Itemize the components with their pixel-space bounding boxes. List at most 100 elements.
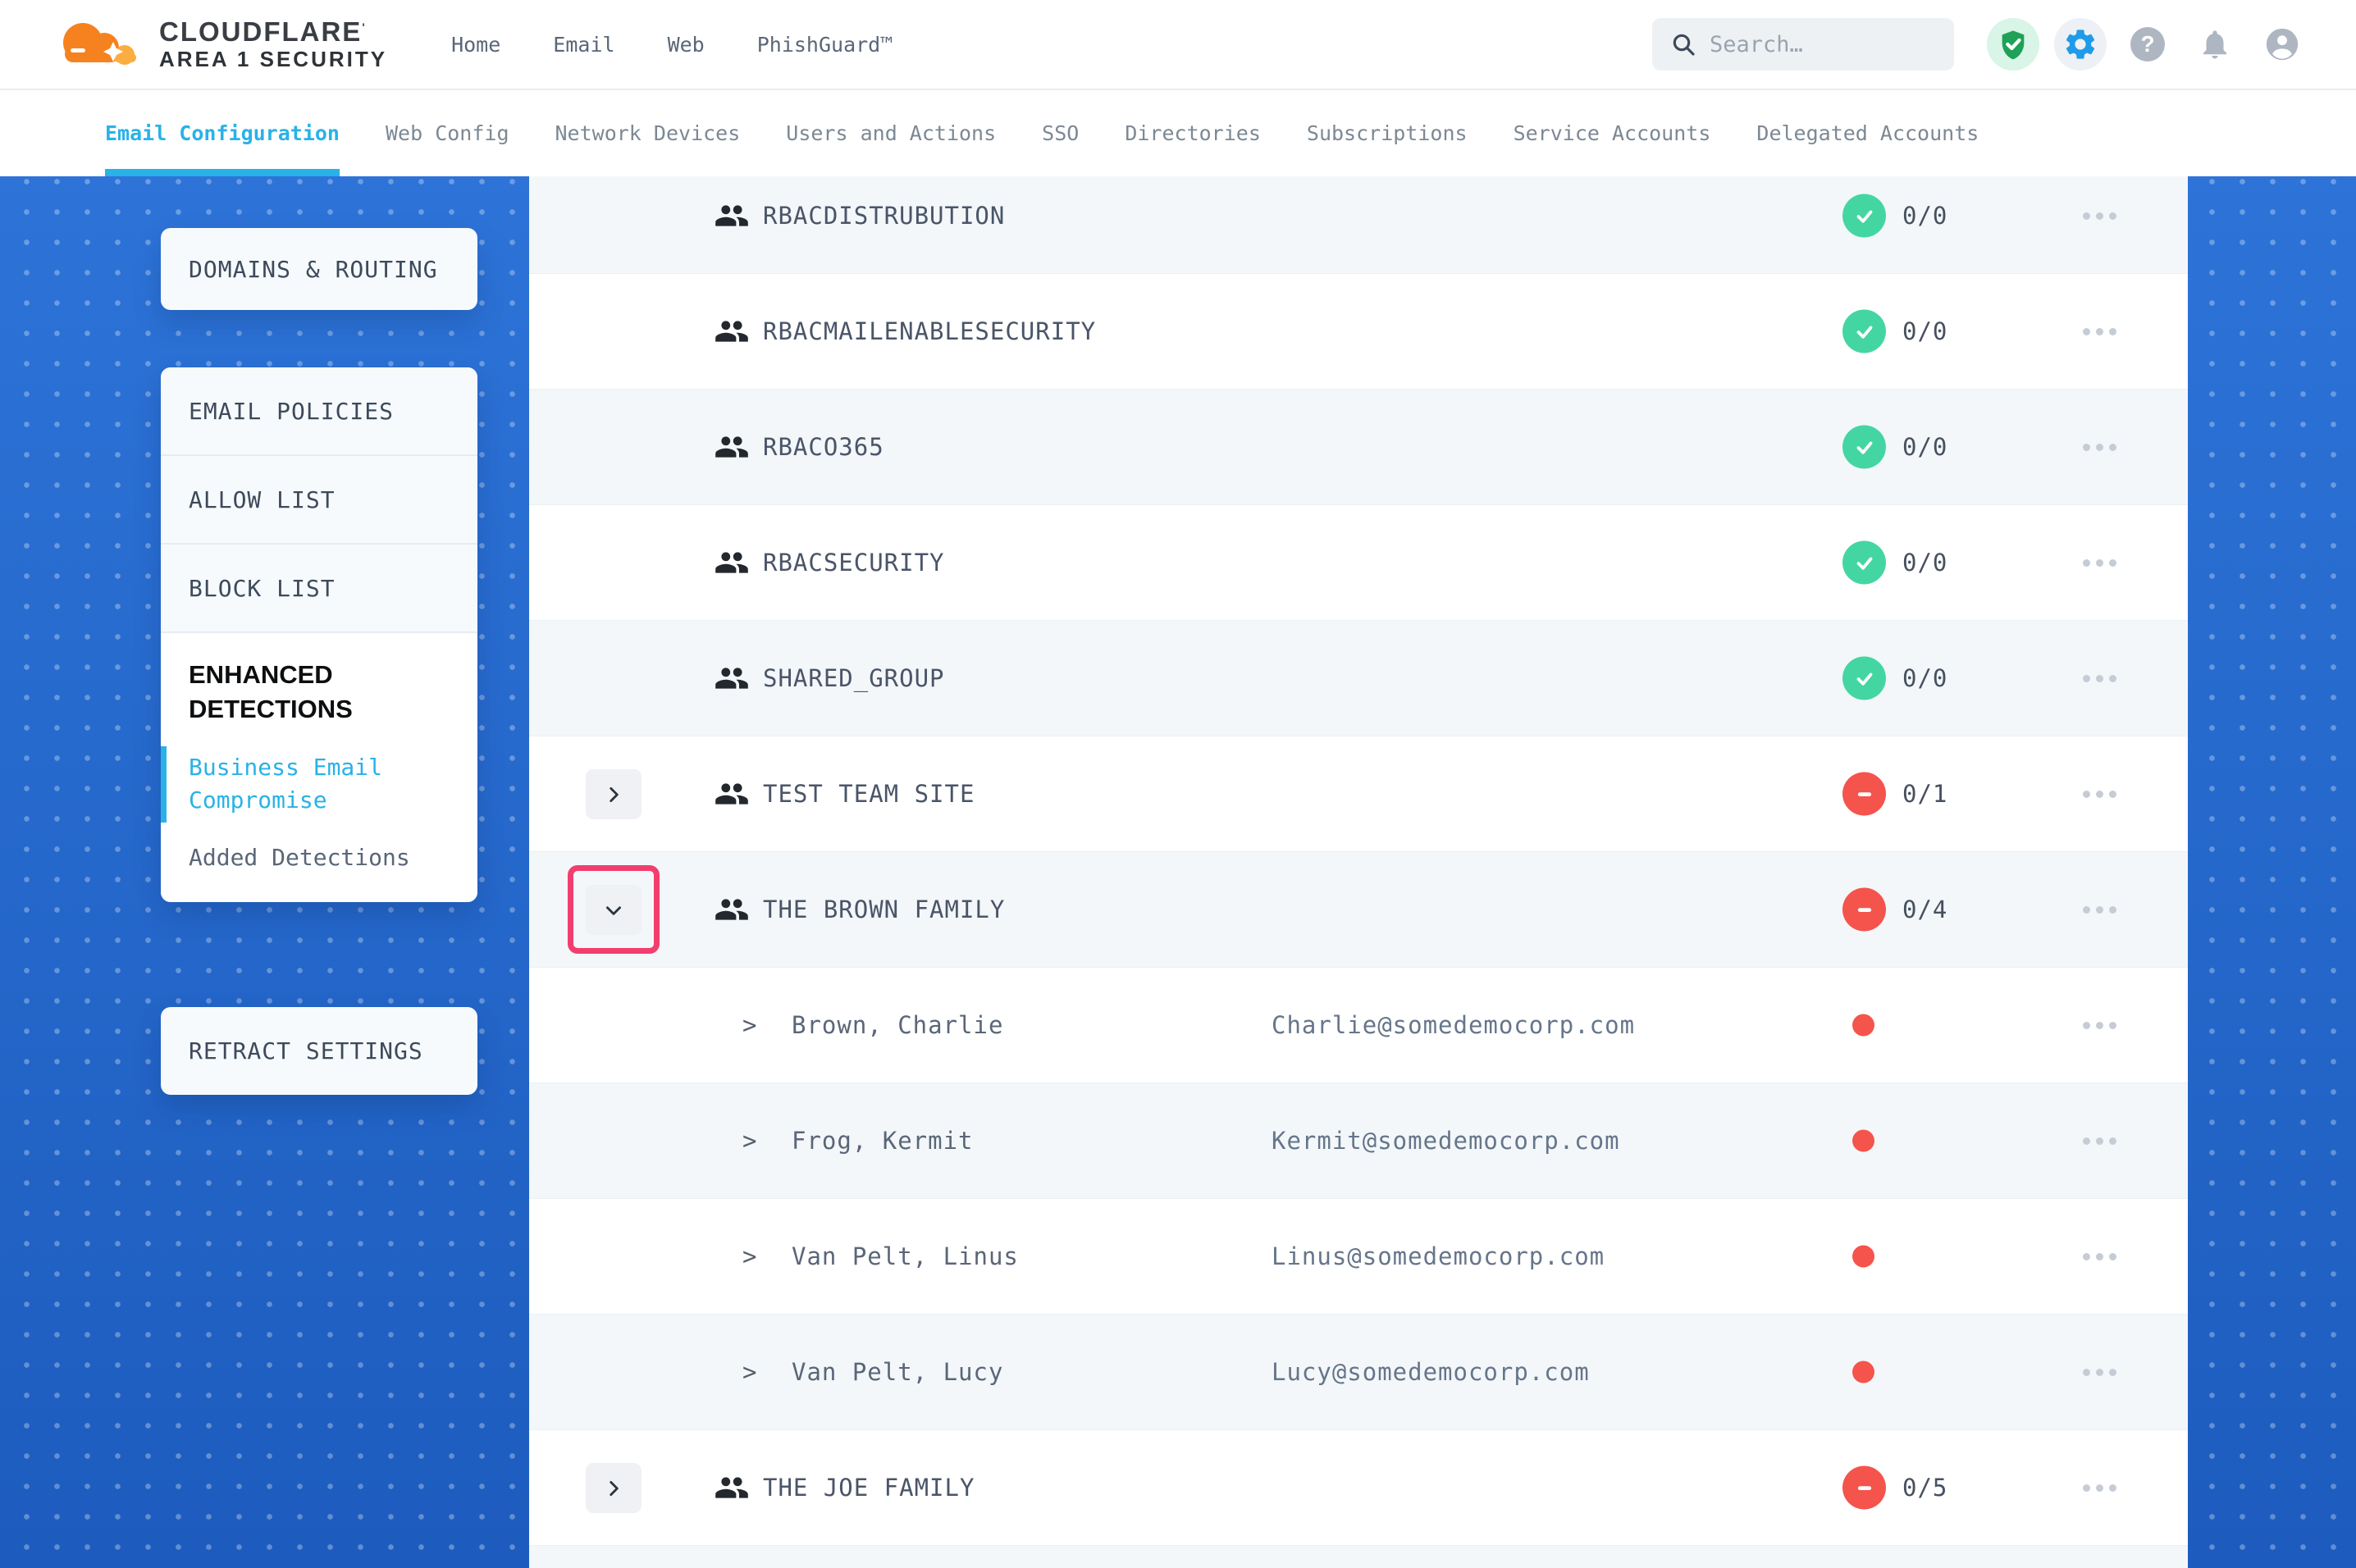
row-menu-button[interactable] [2070, 774, 2129, 814]
shield-check-icon[interactable] [1987, 18, 2039, 71]
ellipsis-dot [2096, 675, 2103, 682]
expand-group-button[interactable] [586, 1463, 642, 1513]
top-header: CLOUDFLARE' AREA 1 SECURITY HomeEmailWeb… [0, 0, 2356, 90]
ellipsis-dot [2083, 1484, 2090, 1492]
group-icon [714, 432, 750, 462]
primary-nav-link-web[interactable]: Web [668, 33, 705, 57]
enrollment-count: 0/4 [1902, 896, 1947, 923]
check-icon [1852, 319, 1877, 344]
status-ok-badge [1842, 541, 1886, 585]
ellipsis-dot [2096, 1253, 2103, 1260]
row-menu-button[interactable] [2070, 1468, 2129, 1507]
primary-nav-link-phishguard-[interactable]: PhishGuard™ [757, 33, 893, 57]
tab-subscriptions[interactable]: Subscriptions [1307, 90, 1468, 176]
enhanced-detections-section: ENHANCED DETECTIONS Business Email Compr… [161, 633, 477, 902]
row-menu-button[interactable] [2070, 543, 2129, 582]
enrollment-count: 0/0 [1902, 664, 1947, 692]
ellipsis-dot [2083, 1022, 2090, 1029]
group-row[interactable]: RBACSECURITY0/0 [529, 505, 2188, 621]
member-email: Kermit@somedemocorp.com [1272, 1127, 1620, 1155]
enrollment-count: 0/0 [1902, 317, 1947, 345]
ellipsis-dot [2096, 1369, 2103, 1376]
sidebar-item-added-detections[interactable]: Added Detections [189, 844, 450, 871]
ellipsis-dot [2083, 1137, 2090, 1145]
sidebar-item-business-email-compromise[interactable]: Business Email Compromise [189, 751, 394, 818]
row-menu-button[interactable] [2070, 890, 2129, 929]
expand-group-button[interactable] [586, 769, 642, 819]
enrollment-count: 0/1 [1902, 780, 1947, 808]
ellipsis-dot [2109, 1484, 2116, 1492]
member-row[interactable]: >Van Pelt, LucyLucy@somedemocorp.com [529, 1315, 2188, 1430]
settings-sidebar: DOMAINS & ROUTING EMAIL POLICIESALLOW LI… [161, 228, 477, 1095]
primary-nav-link-email[interactable]: Email [553, 33, 614, 57]
minus-icon [1852, 782, 1877, 806]
status-dot [1852, 1246, 1874, 1268]
user-avatar-icon[interactable] [2256, 18, 2308, 71]
sidebar-item-email-policies[interactable]: EMAIL POLICIES [161, 367, 477, 456]
tab-web-config[interactable]: Web Config [386, 90, 509, 176]
group-row[interactable]: SHARED_GROUP0/0 [529, 621, 2188, 736]
group-icon [714, 1473, 750, 1502]
help-icon[interactable]: ? [2121, 18, 2174, 71]
settings-gear-icon[interactable] [2054, 18, 2107, 71]
group-row[interactable]: RBACO3650/0 [529, 390, 2188, 505]
row-menu-button[interactable] [2070, 1352, 2129, 1392]
tab-email-configuration[interactable]: Email Configuration [105, 90, 340, 176]
ellipsis-dot [2109, 1137, 2116, 1145]
chevron-right-icon: > [742, 1011, 756, 1039]
ellipsis-dot [2096, 1484, 2103, 1492]
retract-settings-card: RETRACT SETTINGS [161, 1007, 477, 1095]
group-row[interactable]: RBACMAILENABLESECURITY0/0 [529, 274, 2188, 390]
tab-delegated-accounts[interactable]: Delegated Accounts [1756, 90, 1979, 176]
row-menu-button[interactable] [2070, 1121, 2129, 1160]
status-blocked-badge [1842, 1466, 1886, 1510]
check-icon [1852, 666, 1877, 691]
row-menu-button[interactable] [2070, 1005, 2129, 1045]
group-row[interactable]: RBACDISTRUBUTION0/0 [529, 176, 2188, 274]
sidebar-item-allow-list[interactable]: ALLOW LIST [161, 456, 477, 545]
ellipsis-dot [2083, 559, 2090, 567]
member-row[interactable]: >Van Pelt, LinusLinus@somedemocorp.com [529, 1199, 2188, 1315]
group-row[interactable]: TEST TEAM SITE0/1 [529, 736, 2188, 852]
chevron-right-icon [603, 1478, 624, 1499]
member-row[interactable]: > Brown, Charlie Charlie@somedemocorp.com [529, 968, 2188, 1083]
row-menu-button[interactable] [2070, 659, 2129, 698]
collapse-group-button[interactable] [586, 885, 642, 935]
group-row[interactable]: THE JOE FAMILY0/5 [529, 1430, 2188, 1546]
ellipsis-dot [2083, 906, 2090, 914]
ellipsis-dot [2096, 1022, 2103, 1029]
status-blocked-badge [1842, 773, 1886, 816]
filler-row [529, 1546, 2188, 1568]
sidebar-item-retract-settings[interactable]: RETRACT SETTINGS [161, 1007, 477, 1095]
search-input[interactable] [1710, 32, 1936, 57]
enhanced-detections-title: ENHANCED DETECTIONS [189, 658, 386, 727]
active-indicator-bar [161, 746, 167, 823]
ellipsis-dot [2083, 444, 2090, 451]
brand-subtitle: AREA 1 SECURITY [159, 48, 387, 71]
ellipsis-dot [2096, 328, 2103, 335]
ellipsis-dot [2109, 675, 2116, 682]
check-icon [1852, 550, 1877, 575]
ellipsis-dot [2109, 1369, 2116, 1376]
group-row[interactable]: THE BROWN FAMILY 0/4 [529, 852, 2188, 968]
member-name: Brown, Charlie [792, 1011, 1003, 1039]
row-menu-button[interactable] [2070, 1237, 2129, 1276]
row-menu-button[interactable] [2070, 312, 2129, 351]
member-row[interactable]: >Frog, KermitKermit@somedemocorp.com [529, 1083, 2188, 1199]
tab-users-and-actions[interactable]: Users and Actions [786, 90, 996, 176]
member-email: Charlie@somedemocorp.com [1272, 1011, 1635, 1039]
tab-network-devices[interactable]: Network Devices [555, 90, 741, 176]
row-menu-button[interactable] [2070, 196, 2129, 235]
check-icon [1852, 203, 1877, 228]
sidebar-item-domains-routing[interactable]: DOMAINS & ROUTING [161, 228, 477, 310]
group-icon [714, 201, 750, 230]
tab-directories[interactable]: Directories [1125, 90, 1261, 176]
tab-sso[interactable]: SSO [1042, 90, 1079, 176]
sidebar-item-block-list[interactable]: BLOCK LIST [161, 545, 477, 633]
row-menu-button[interactable] [2070, 427, 2129, 467]
tab-service-accounts[interactable]: Service Accounts [1514, 90, 1711, 176]
primary-nav-link-home[interactable]: Home [451, 33, 500, 57]
group-name: THE BROWN FAMILY [763, 896, 1005, 923]
notifications-bell-icon[interactable] [2189, 18, 2241, 71]
email-policies-card: EMAIL POLICIESALLOW LISTBLOCK LIST ENHAN… [161, 367, 477, 902]
